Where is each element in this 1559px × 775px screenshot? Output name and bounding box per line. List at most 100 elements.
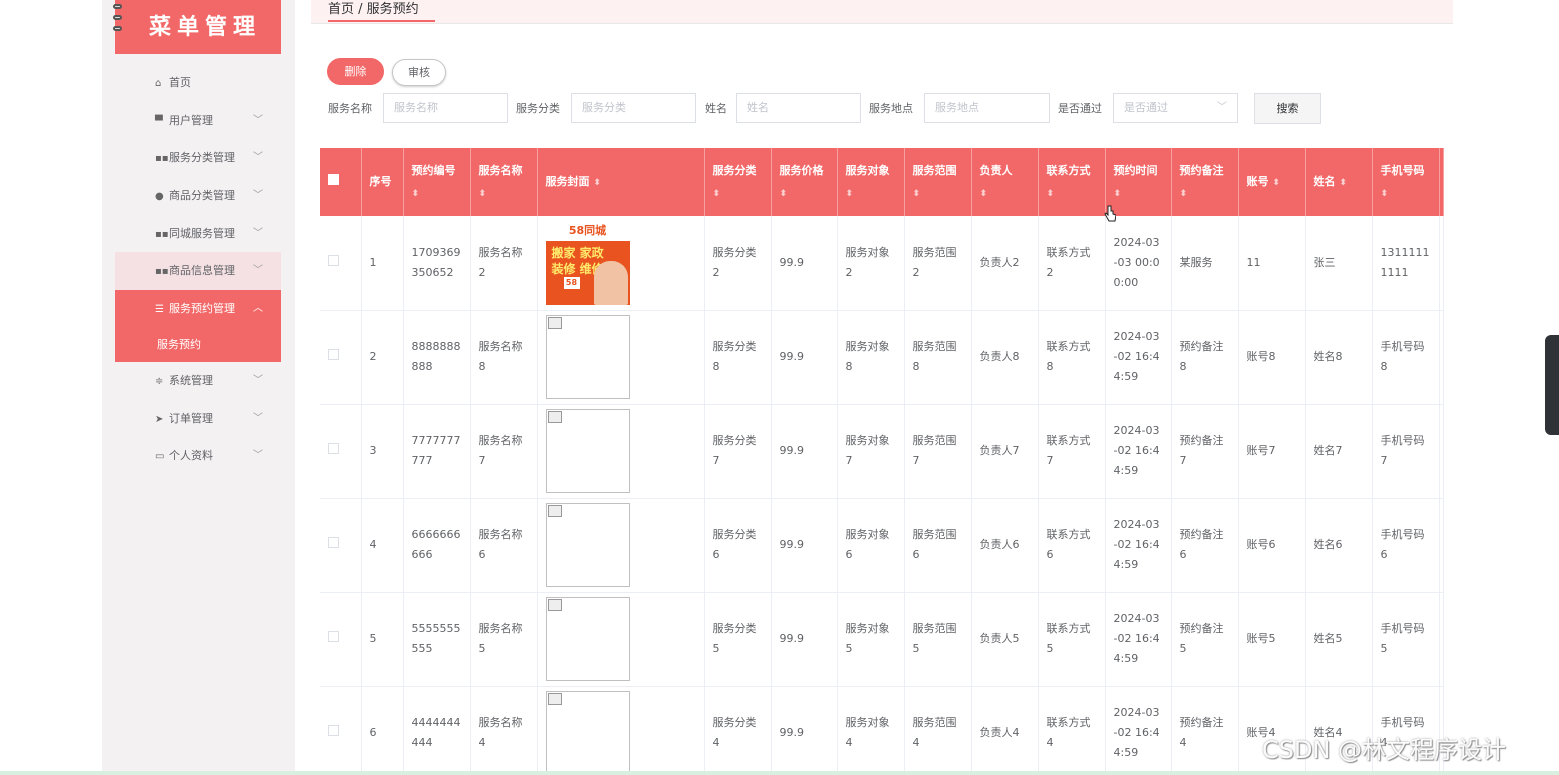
sidebar-item-product-category[interactable]: ● 商品分类管理 ﹀	[115, 177, 281, 215]
broken-image-icon	[547, 693, 562, 705]
sort-icon[interactable]: ⬍	[1381, 183, 1389, 205]
sort-icon[interactable]: ⬍	[479, 183, 487, 205]
cell-service-name: 服务名称4	[470, 686, 538, 775]
sort-icon[interactable]: ⬍	[1180, 183, 1188, 205]
cover-person	[593, 260, 628, 305]
sort-icon[interactable]: ⬍	[593, 172, 601, 194]
column-header[interactable]: 联系方式 ⬍	[1038, 148, 1106, 216]
service-category-input[interactable]: 服务分类	[571, 93, 696, 123]
sidebar-item-local-service[interactable]: ▪▪同城服务管理 ﹀	[115, 215, 281, 253]
sort-icon[interactable]: ⬍	[1272, 172, 1280, 194]
row-checkbox[interactable]	[328, 631, 339, 642]
sort-icon[interactable]: ⬍	[1047, 183, 1055, 205]
row-checkbox[interactable]	[328, 725, 339, 736]
sort-icon[interactable]: ⬍	[412, 183, 420, 205]
cell-price: 99.9	[771, 498, 838, 593]
send-icon: ➤	[155, 413, 164, 425]
sidebar-item-system[interactable]: ≑ 系统管理 ﹀	[115, 362, 281, 400]
grid-icon: ▪▪	[155, 266, 169, 278]
broken-image-icon	[547, 599, 562, 611]
approved-select[interactable]: 是否通过 ﹀	[1113, 93, 1238, 123]
table-row: 1 1709369350652 服务名称2 58同城 搬家 家政 装修 维修 58 服务分类2…	[320, 216, 1444, 311]
service-category-label: 服务分类	[516, 102, 560, 115]
chevron-down-icon: ﹀	[1217, 102, 1227, 113]
sidebar-subitem-booking[interactable]: 服务预约	[115, 327, 281, 362]
cell-remark: 预约备注5	[1171, 592, 1239, 687]
cell-scope: 服务范围6	[904, 498, 972, 593]
column-header[interactable]: 服务封面 ⬍	[537, 148, 705, 216]
cell-category: 服务分类2	[704, 216, 772, 311]
cover-image	[545, 503, 630, 587]
sidebar-item-home[interactable]: ⌂ 首页	[115, 64, 281, 102]
cell-contact: 联系方式4	[1038, 686, 1106, 775]
cover-cell	[537, 686, 705, 775]
select-all-checkbox-cell	[320, 148, 362, 216]
service-name-input[interactable]: 服务名称	[383, 93, 508, 123]
sort-icon[interactable]: ⬍	[913, 183, 921, 205]
column-header[interactable]: 负责人 ⬍	[971, 148, 1039, 216]
cover-brand-text: 58同城	[545, 220, 630, 241]
column-header[interactable]: 预约编号 ⬍	[403, 148, 471, 216]
sidebar-item-users[interactable]: ▀ 用户管理 ﹀	[115, 102, 281, 140]
sidebar-item-profile[interactable]: ▭ 个人资料 ﹀	[115, 437, 281, 475]
chevron-down-icon: ﹀	[253, 190, 263, 202]
sort-icon[interactable]: ⬍	[780, 183, 788, 205]
card-icon: ▭	[155, 451, 165, 463]
cell-price: 99.9	[771, 592, 838, 687]
row-checkbox[interactable]	[328, 537, 339, 548]
delete-button[interactable]: 删除	[327, 58, 384, 85]
chevron-up-icon: ︿	[253, 303, 263, 315]
search-button[interactable]: 搜索	[1254, 93, 1321, 124]
cell-name: 姓名8	[1305, 310, 1373, 405]
column-header[interactable]: 服务价格 ⬍	[771, 148, 838, 216]
row-checkbox[interactable]	[328, 443, 339, 454]
cell-account: 账号6	[1238, 498, 1306, 593]
sidebar-item-orders[interactable]: ➤ 订单管理 ﹀	[115, 400, 281, 438]
sort-icon[interactable]: ⬍	[980, 183, 988, 205]
audit-button[interactable]: 审核	[392, 59, 446, 86]
cell-contact: 联系方式5	[1038, 592, 1106, 687]
breadcrumb[interactable]: 首页 / 服务预约	[328, 0, 435, 22]
cell-service-name: 服务名称7	[470, 404, 538, 499]
cell-time: 2024-03-02 16:44:59	[1105, 404, 1172, 499]
sort-icon[interactable]: ⬍	[1114, 183, 1122, 205]
column-header[interactable]: 服务范围 ⬍	[904, 148, 972, 216]
sort-icon[interactable]: ⬍	[1339, 172, 1347, 194]
cell-remark: 预约备注4	[1171, 686, 1239, 775]
sidebar-item-product-info[interactable]: ▪▪商品信息管理 ﹀	[115, 252, 281, 291]
row-checkbox[interactable]	[328, 254, 339, 266]
booking-table: 序号 预约编号 ⬍ 服务名称 ⬍ 服务封面 ⬍ 服务分类 ⬍ 服务价格 ⬍ 服务对象 ⬍ …	[320, 148, 1444, 775]
cell-time: 2024-03-02 16:44:59	[1105, 498, 1172, 593]
row-checkbox[interactable]	[328, 349, 339, 360]
table-row: 4 6666666666 服务名称6 服务分类6 99.9 服务对象6 服务范围6 负责人6 联…	[320, 498, 1444, 593]
row-checkbox-cell	[320, 404, 362, 499]
service-location-input[interactable]: 服务地点	[924, 93, 1050, 123]
bottom-edge	[0, 771, 1559, 775]
sliders-icon: ≑	[155, 375, 164, 387]
sort-icon[interactable]: ⬍	[846, 183, 854, 205]
cell-scope: 服务范围4	[904, 686, 972, 775]
sort-icon[interactable]: ⬍	[713, 183, 721, 205]
service-name-label: 服务名称	[328, 102, 372, 115]
column-header[interactable]: 服务分类 ⬍	[704, 148, 772, 216]
cell-contact: 联系方式8	[1038, 310, 1106, 405]
column-header[interactable]: 预约备注 ⬍	[1171, 148, 1239, 216]
cell-index: 5	[361, 592, 404, 687]
cell-price: 99.9	[771, 216, 838, 311]
cell-category: 服务分类6	[704, 498, 772, 593]
list-icon: ☰	[155, 304, 164, 316]
column-header[interactable]: 手机号码 ⬍	[1372, 148, 1440, 216]
column-header[interactable]: 服务对象 ⬍	[837, 148, 905, 216]
column-header[interactable]: 姓名 ⬍	[1305, 148, 1373, 216]
approved-label: 是否通过	[1058, 102, 1102, 115]
column-header[interactable]: 服务名称 ⬍	[470, 148, 538, 216]
cell-manager: 负责人8	[971, 310, 1039, 405]
column-header[interactable]: 账号 ⬍	[1238, 148, 1306, 216]
scroll-handle[interactable]	[1545, 335, 1559, 435]
cell-target: 服务对象6	[837, 498, 905, 593]
name-input[interactable]: 姓名	[736, 93, 861, 123]
sidebar-item-service-category[interactable]: ▪▪服务分类管理 ﹀	[115, 139, 281, 177]
sidebar-item-booking[interactable]: ☰ 服务预约管理 ︿	[115, 290, 281, 328]
cell-overflow	[1439, 216, 1444, 311]
select-all-checkbox[interactable]	[328, 174, 339, 185]
